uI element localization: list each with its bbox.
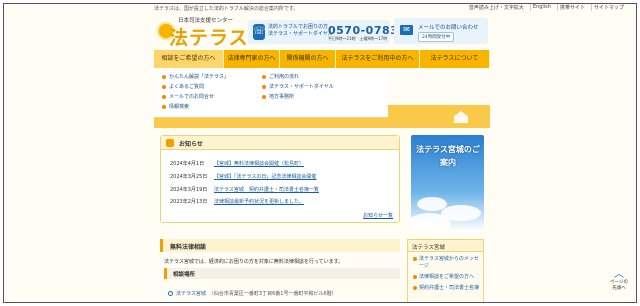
browser-viewport: 法テラスは、国が設立した法的トラブル解決の総合案内所です。 音声読み上げ・文字拡… [3, 3, 637, 303]
list-item: 2023年2月13日 法律相談最新予約状況を更新しました。 [170, 198, 304, 205]
consult-heading-bar: 無料法律相談 [160, 239, 400, 252]
bullet-icon [262, 94, 266, 99]
phone-label-line-1: 法的トラブルでお困りの方 [268, 24, 329, 30]
nav-consult[interactable]: 相談をご希望の方へ [154, 50, 224, 68]
sidebar-item-label: 法テラス宮城からのメッセージ [419, 256, 479, 269]
list-item: 2024年3月19日 法テラス宮城 契約弁護士・司法書士名簿一覧 [170, 186, 319, 193]
site-logo[interactable]: 日本司法支援センター 法テラス [159, 15, 259, 51]
global-nav: 相談をご希望の方へ 法律専門家の方へ 関係機関の方へ 法テラスをご利用中の方へ … [154, 50, 490, 68]
dropdown-item-label: 情報検索 [169, 104, 190, 110]
mobile-site-link[interactable]: 携帯サイト [556, 4, 587, 11]
dropdown-item[interactable]: 情報検索 [162, 103, 229, 110]
news-date: 2023年2月13日 [170, 199, 208, 205]
bullet-icon [162, 84, 166, 89]
news-link[interactable]: 法テラス宮城 契約弁護士・司法書士名簿一覧 [214, 187, 319, 193]
accessibility-link[interactable]: 音声読み上げ・文字拡大 [467, 4, 526, 11]
sitemap-link[interactable]: サイトマップ [590, 4, 626, 11]
utility-links: 音声読み上げ・文字拡大 English 携帯サイト サイトマップ [467, 4, 626, 11]
notice-icon [166, 139, 174, 147]
bullet-icon [162, 74, 166, 79]
phone-hours: 平日9時〜21時 土曜9時〜17時 [328, 36, 388, 41]
place-heading-bar: 相談場所 [164, 268, 400, 279]
logo-name: 法テラス [169, 27, 249, 49]
news-link[interactable]: 【宮城】無料法律相談会開催（松島町） [214, 161, 304, 167]
list-item: 2024年4月1日 【宮城】無料法律相談会開催（松島町） [170, 160, 304, 167]
mail-24h-badge: 24時間受付中 [418, 32, 455, 42]
mail-inquiry-label: メールでのお問い合わせ [418, 25, 479, 31]
sidebar-item-label: 法律相談をご希望の方へ [419, 274, 475, 280]
sidebar-item[interactable]: 法テラス宮城からのメッセージ [413, 256, 481, 270]
dropdown-item-label: かんたん解説「法テラス」 [169, 74, 229, 80]
nav-current-users[interactable]: 法テラスをご利用中の方へ [336, 50, 420, 68]
cloud-shape [411, 213, 451, 231]
support-dial-box[interactable]: ☏ 法的トラブルでお困りの方 法テラス・サポートダイヤル 0570-078374… [248, 20, 414, 44]
bullet-icon [162, 104, 166, 109]
dropdown-item-label: ご利用の流れ [269, 74, 300, 80]
top-strip: 法テラスは、国が設立した法的トラブル解決の総合案内所です。 音声読み上げ・文字拡… [4, 4, 636, 13]
place-name-link[interactable]: 法テラス宮城 [176, 290, 206, 297]
back-to-top-button[interactable]: ︿ ページの 先頭へ [607, 270, 631, 296]
dropdown-item-label: メールでのお問合せ [169, 94, 215, 100]
chevron-up-icon: ︿ [614, 269, 624, 280]
nav-organizations[interactable]: 関係機関の方へ [280, 50, 336, 68]
news-link[interactable]: 法律相談最新予約状況を更新しました。 [214, 199, 304, 205]
phone-label-line-2: 法テラス・サポートダイヤル [268, 31, 333, 37]
bullet-icon [413, 275, 417, 279]
bullet-icon [262, 74, 266, 79]
house-icon [454, 111, 468, 123]
nav-about[interactable]: 法テラスについて [420, 50, 490, 68]
bullet-icon [413, 286, 417, 290]
bullet-icon [162, 94, 166, 99]
list-item: 2024年3月25日 【宮城】「法テラスの日」記念法律相談会開催 [170, 173, 316, 180]
news-date: 2024年3月19日 [170, 187, 208, 193]
dropdown-item[interactable]: かんたん解説「法テラス」 [162, 73, 229, 80]
miyagi-guide-banner[interactable]: 法テラス宮城のご案内 [411, 135, 484, 231]
dropdown-col-left: かんたん解説「法テラス」 よくあるご質問 メールでのお問合せ 情報検索 [162, 73, 229, 110]
phone-icon: ☏ [253, 24, 266, 40]
mail-icon: ✉ [400, 25, 413, 35]
banner-text: 法テラス宮城のご案内 [416, 145, 480, 167]
back-to-top-label-2: 先頭へ [612, 286, 626, 291]
sidebar-item-label: 契約弁護士・司法書士名簿 [419, 285, 480, 291]
dropdown-item[interactable]: 地方事務所 [262, 93, 334, 100]
dropdown-item[interactable]: よくあるご質問 [162, 83, 229, 90]
notice-header: お知らせ [161, 136, 399, 150]
place-address: （仙台市青葉区一番町3丁目6番1号一番町平和ビル6階） [208, 291, 337, 297]
notice-panel: お知らせ 2024年4月1日 【宮城】無料法律相談会開催（松島町） 2024年3月… [160, 135, 400, 223]
dropdown-item[interactable]: 法テラス・サポートダイヤル [262, 83, 334, 90]
notice-more-link[interactable]: お知らせ一覧 [363, 212, 393, 219]
dropdown-item-label: 地方事務所 [269, 94, 295, 100]
mail-inquiry-button[interactable]: ✉ メールでのお問い合わせ 24時間受付中 [394, 18, 488, 44]
news-date: 2024年3月25日 [170, 174, 208, 180]
consult-dropdown-menu: かんたん解説「法テラス」 よくあるご質問 メールでのお問合せ 情報検索 ご利用の… [154, 68, 388, 118]
news-date: 2024年4月1日 [170, 161, 205, 167]
bullet-icon [262, 84, 266, 89]
site-intro: 法テラスは、国が設立した法的トラブル解決の総合案内所です。 [154, 6, 299, 12]
dropdown-item-label: 法テラス・サポートダイヤル [269, 84, 334, 90]
sidebar-item[interactable]: 契約弁護士・司法書士名簿 [413, 285, 481, 292]
nav-professionals[interactable]: 法律専門家の方へ [224, 50, 280, 68]
dropdown-col-right: ご利用の流れ 法テラス・サポートダイヤル 地方事務所 [262, 73, 334, 100]
news-link[interactable]: 【宮城】「法テラスの日」記念法律相談会開催 [214, 174, 316, 180]
sidebar-box-title: 法テラス宮城 [412, 245, 445, 251]
sidebar-miyagi-box: 法テラス宮城 法テラス宮城からのメッセージ 法律相談をご希望の方へ 契約弁護士・… [407, 239, 484, 302]
place-title: 相談場所 [173, 272, 196, 278]
place-item: 法テラス宮城 （仙台市青葉区一番町3丁目6番1号一番町平和ビル6階） [168, 290, 337, 297]
sidebar-item[interactable]: 法律相談をご希望の方へ [413, 274, 481, 281]
ring-bullet-icon [168, 291, 173, 296]
free-consultation-section: 無料法律相談 法テラス宮城では、経済的にお困りの方を対象に無料法律相談を行ってい… [160, 239, 400, 302]
phone-label: 法的トラブルでお困りの方 法テラス・サポートダイヤル [268, 24, 333, 38]
sidebar-box-header: 法テラス宮城 [408, 240, 483, 252]
notice-title: お知らせ [179, 141, 203, 148]
consult-description: 法テラス宮城では、経済的にお困りの方を対象に無料法律相談を行っています。 [164, 259, 344, 265]
dropdown-item[interactable]: ご利用の流れ [262, 73, 334, 80]
consult-title: 無料法律相談 [170, 244, 207, 251]
bullet-icon [413, 257, 417, 261]
dropdown-item-label: よくあるご質問 [169, 84, 205, 90]
english-link[interactable]: English [529, 4, 553, 11]
dropdown-item[interactable]: メールでのお問合せ [162, 93, 229, 100]
